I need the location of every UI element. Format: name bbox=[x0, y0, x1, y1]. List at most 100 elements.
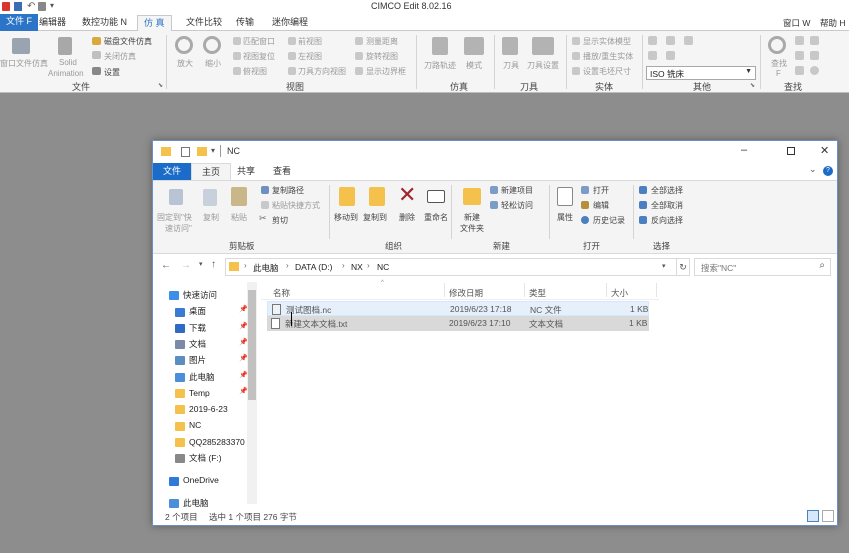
sidebar-item[interactable]: 快速访问 bbox=[169, 288, 217, 302]
table-row[interactable]: 测试图档.nc 2019/6/23 17:18 NC 文件 1 KB bbox=[267, 301, 649, 316]
copy-to-button[interactable]: 复制到 bbox=[363, 212, 387, 223]
mode-icon[interactable] bbox=[464, 37, 484, 55]
tool-setup-button[interactable]: 刀具设置 bbox=[527, 60, 559, 71]
other-icon-3[interactable] bbox=[684, 36, 693, 45]
find-button[interactable]: 查找 bbox=[771, 58, 787, 69]
sidebar-item[interactable]: QQ285283370（ bbox=[175, 435, 253, 449]
left-view-button[interactable]: 左视图 bbox=[298, 51, 322, 62]
show-solid-model-button[interactable]: 显示实体模型 bbox=[583, 36, 631, 47]
other-icon-5[interactable] bbox=[666, 51, 675, 60]
zoom-out-button[interactable]: 缩小 bbox=[205, 58, 221, 69]
cut-button[interactable]: 剪切 bbox=[272, 215, 288, 226]
toolpath-button[interactable]: 刀路轨迹 bbox=[424, 60, 456, 71]
copy-button[interactable]: 复制 bbox=[203, 212, 219, 223]
disk-file-sim-button[interactable]: 磁盘文件仿真 bbox=[104, 36, 152, 47]
properties-icon[interactable] bbox=[557, 187, 573, 206]
table-row[interactable]: 新建文本文档.txt 2019/6/23 17:10 文本文档 1 KB bbox=[267, 316, 649, 331]
pin-quick-access-line1[interactable]: 固定到"快 bbox=[157, 212, 192, 223]
replace-icon[interactable] bbox=[795, 36, 804, 45]
column-name[interactable]: 名称 bbox=[273, 287, 290, 299]
crumb-this-pc[interactable]: 此电脑 bbox=[253, 262, 279, 274]
new-folder-icon[interactable] bbox=[197, 147, 207, 156]
copy-path-button[interactable]: 复制路径 bbox=[272, 185, 304, 196]
tab-file[interactable]: 文件 bbox=[153, 163, 192, 180]
view-reset-button[interactable]: 视图复位 bbox=[243, 51, 275, 62]
sidebar-item[interactable]: NC bbox=[175, 418, 201, 432]
move-to-button[interactable]: 移动到 bbox=[334, 212, 358, 223]
new-folder-line2[interactable]: 文件夹 bbox=[460, 223, 484, 234]
tool-button[interactable]: 刀具 bbox=[503, 60, 519, 71]
find-icon[interactable] bbox=[768, 36, 786, 54]
tab-share[interactable]: 共享 bbox=[227, 163, 265, 180]
back-arrow-icon[interactable]: ← bbox=[161, 260, 171, 271]
crumb-data-drive[interactable]: DATA (D:) bbox=[295, 262, 332, 272]
new-item-button[interactable]: 新建项目 bbox=[501, 185, 533, 196]
close-sim-button[interactable]: 关闭仿真 bbox=[104, 51, 136, 62]
window-sim-button[interactable]: 窗口文件仿真 bbox=[0, 58, 48, 69]
scrollbar-thumb[interactable] bbox=[248, 290, 256, 400]
rotate-view-button[interactable]: 旋转视图 bbox=[366, 51, 398, 62]
rename-button[interactable]: 重命名 bbox=[424, 212, 448, 223]
group-expand-icon[interactable]: ⬊ bbox=[158, 82, 163, 89]
find-prev-icon[interactable] bbox=[810, 51, 819, 60]
save-icon[interactable] bbox=[14, 2, 22, 11]
scrollbar[interactable] bbox=[247, 282, 257, 504]
window-menu[interactable]: 窗口 W bbox=[783, 17, 810, 29]
help-menu[interactable]: 帮助 H bbox=[820, 17, 846, 29]
maximize-button[interactable] bbox=[787, 147, 795, 155]
pin-icon[interactable] bbox=[169, 189, 183, 205]
up-arrow-icon[interactable]: ↑ bbox=[211, 259, 216, 270]
large-icons-view-icon[interactable] bbox=[822, 510, 834, 522]
help-icon[interactable]: ? bbox=[823, 166, 833, 176]
help-icon[interactable] bbox=[810, 66, 819, 75]
sidebar-item[interactable]: 文档 bbox=[175, 337, 206, 351]
invert-selection-button[interactable]: 反向选择 bbox=[651, 215, 683, 226]
refresh-icon[interactable]: ↻ bbox=[676, 258, 690, 276]
toolpath-icon[interactable] bbox=[432, 37, 448, 55]
sidebar-item[interactable]: Temp bbox=[175, 386, 210, 400]
select-none-button[interactable]: 全部取消 bbox=[651, 200, 683, 211]
tab-nc-functions[interactable]: 数控功能 N bbox=[76, 15, 133, 31]
delete-icon[interactable]: ✕ bbox=[398, 184, 416, 206]
expand-ribbon-icon[interactable]: ⌄ bbox=[809, 164, 817, 175]
crumb-nx[interactable]: NX bbox=[351, 262, 363, 272]
sidebar-item[interactable]: 桌面 bbox=[175, 304, 206, 318]
history-button[interactable]: 历史记录 bbox=[593, 215, 625, 226]
paste-button[interactable]: 粘贴 bbox=[231, 212, 247, 223]
rename-icon[interactable] bbox=[427, 190, 445, 203]
column-size[interactable]: 大小 bbox=[611, 287, 628, 299]
customize-qat-icon[interactable]: ▾ bbox=[211, 146, 215, 155]
reset-solid-button[interactable]: 播放/重生实体 bbox=[583, 51, 633, 62]
sidebar-item[interactable]: OneDrive bbox=[169, 473, 219, 487]
crumb-nc[interactable]: NC bbox=[377, 262, 389, 272]
paste-shortcut-button[interactable]: 粘贴快捷方式 bbox=[272, 200, 320, 211]
delete-button[interactable]: 删除 bbox=[399, 212, 415, 223]
sidebar-item[interactable]: 文档 (F:) bbox=[175, 451, 222, 465]
tool-setup-icon[interactable] bbox=[532, 37, 554, 55]
column-type[interactable]: 类型 bbox=[529, 287, 546, 299]
window-sim-icon[interactable] bbox=[12, 38, 30, 54]
properties-button[interactable]: 属性 bbox=[557, 212, 573, 223]
copy-to-icon[interactable] bbox=[369, 187, 385, 206]
sidebar-item[interactable]: 下载 bbox=[175, 321, 206, 335]
tab-view[interactable]: 查看 bbox=[263, 163, 301, 180]
tool-direction-view-button[interactable]: 刀具方向视图 bbox=[298, 66, 346, 77]
paste-icon[interactable] bbox=[231, 187, 247, 206]
column-date[interactable]: 修改日期 bbox=[449, 287, 483, 299]
properties-icon[interactable] bbox=[181, 147, 190, 157]
forward-arrow-icon[interactable]: → bbox=[181, 260, 191, 271]
other-icon-2[interactable] bbox=[666, 36, 675, 45]
show-bounding-box-button[interactable]: 显示边界框 bbox=[366, 66, 406, 77]
measure-distance-button[interactable]: 测量距离 bbox=[366, 36, 398, 47]
zoom-out-icon[interactable] bbox=[203, 36, 221, 54]
search-box[interactable]: 搜索"NC" ⌕ bbox=[694, 258, 831, 276]
new-folder-icon[interactable] bbox=[463, 188, 481, 205]
blank-size-button[interactable]: 设置毛坯尺寸 bbox=[583, 66, 631, 77]
edit-button[interactable]: 编辑 bbox=[593, 200, 609, 211]
machine-select[interactable]: ISO 铣床 ▼ bbox=[646, 66, 756, 80]
new-folder-line1[interactable]: 新建 bbox=[464, 212, 480, 223]
tab-editor[interactable]: 编辑器 bbox=[33, 15, 72, 31]
solid-label[interactable]: Solid bbox=[59, 58, 77, 67]
copy-icon[interactable] bbox=[203, 189, 217, 206]
address-bar[interactable]: › 此电脑 › DATA (D:) › NX › NC ▾ bbox=[225, 258, 677, 276]
